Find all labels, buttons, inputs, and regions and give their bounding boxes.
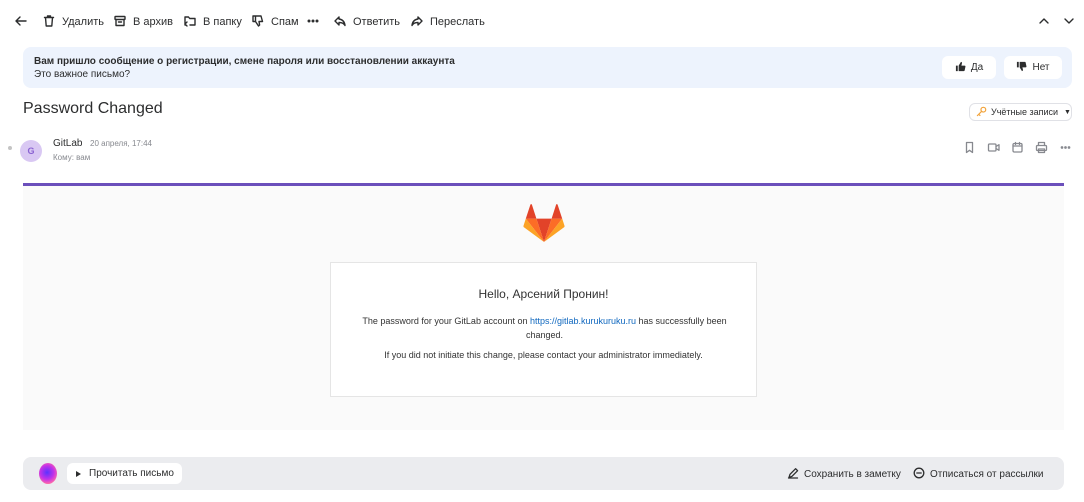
read-aloud-label: Прочитать письмо [89, 468, 174, 479]
category-label-button[interactable]: Учётные записи ▼ [969, 103, 1072, 121]
reply-button[interactable]: Ответить [333, 14, 400, 30]
back-arrow-icon [14, 14, 28, 31]
next-message-button[interactable] [1062, 14, 1076, 30]
forward-button[interactable]: Переслать [410, 14, 485, 30]
chevron-up-icon [1037, 14, 1051, 31]
save-note-label: Сохранить в заметку [804, 469, 901, 480]
spam-button[interactable]: Спам [251, 14, 299, 30]
category-label-text: Учётные записи [991, 107, 1059, 117]
more-icon [306, 14, 320, 31]
banner-question: Это важное письмо? [34, 69, 131, 80]
bookmark-icon[interactable] [963, 141, 976, 154]
save-to-note-button[interactable]: Сохранить в заметку [787, 467, 901, 482]
delete-label: Удалить [62, 16, 104, 28]
thumb-down-icon [1016, 61, 1027, 75]
message-toolbar: Удалить В архив В папку Спам Ответить Пе… [0, 0, 1084, 44]
ai-assistant-icon[interactable] [39, 463, 57, 484]
email-paragraph-2: If you did not initiate this change, ple… [384, 350, 703, 360]
unsubscribe-icon [913, 467, 925, 482]
note-icon [787, 467, 799, 482]
read-aloud-button[interactable]: Прочитать письмо [67, 463, 182, 484]
key-icon [976, 106, 987, 119]
archive-icon [113, 14, 127, 31]
video-icon[interactable] [987, 141, 1000, 154]
archive-label: В архив [133, 16, 173, 28]
message-date: 20 апреля, 17:44 [90, 139, 152, 148]
banner-title: Вам пришло сообщение о регистрации, смен… [34, 56, 455, 67]
calendar-icon[interactable] [1011, 141, 1024, 154]
sender-name[interactable]: GitLab [53, 138, 82, 149]
unsubscribe-button[interactable]: Отписаться от рассылки [913, 467, 1044, 482]
play-icon [76, 470, 81, 477]
reply-label: Ответить [353, 16, 401, 28]
chevron-down-icon [1062, 14, 1076, 31]
importance-banner: Вам пришло сообщение о регистрации, смен… [23, 47, 1072, 88]
email-paragraph-1: The password for your GitLab account on … [351, 314, 738, 342]
email-greeting: Hello, Арсений Пронин! [478, 287, 609, 301]
gitlab-logo-icon [523, 204, 565, 244]
bottom-action-bar: Прочитать письмо Сохранить в заметку Отп… [23, 457, 1064, 490]
paragraph-1-text-start: The password for your GitLab account on [362, 316, 530, 326]
unsubscribe-label: Отписаться от рассылки [930, 469, 1044, 480]
email-card: Hello, Арсений Пронин! The password for … [330, 262, 757, 397]
thumb-down-icon [251, 14, 265, 31]
no-button[interactable]: Нет [1004, 56, 1062, 79]
dropdown-caret-icon: ▼ [1064, 108, 1071, 116]
folder-move-icon [183, 14, 197, 31]
folder-label: В папку [203, 16, 242, 28]
previous-message-button[interactable] [1037, 14, 1051, 30]
print-icon[interactable] [1035, 141, 1048, 154]
more-icon[interactable] [1059, 141, 1072, 154]
forward-label: Переслать [430, 16, 485, 28]
spam-label: Спам [271, 16, 299, 28]
unread-dot [8, 146, 12, 150]
forward-icon [410, 14, 424, 31]
message-subject: Password Changed [23, 100, 163, 117]
yes-label: Да [970, 62, 984, 73]
move-to-folder-button[interactable]: В папку [183, 14, 242, 30]
sender-avatar[interactable]: G [20, 140, 42, 162]
back-button[interactable] [14, 14, 28, 30]
delete-button[interactable]: Удалить [42, 14, 104, 30]
gitlab-instance-link[interactable]: https://gitlab.kurukuruku.ru [530, 316, 636, 326]
email-body: Hello, Арсений Пронин! The password for … [23, 183, 1064, 430]
trash-icon [42, 14, 56, 31]
thumb-up-icon [955, 61, 966, 75]
archive-button[interactable]: В архив [113, 14, 173, 30]
reply-icon [333, 14, 347, 31]
yes-button[interactable]: Да [942, 56, 996, 79]
more-actions-button[interactable] [306, 14, 320, 30]
recipient-line: Кому: вам [53, 153, 91, 162]
no-label: Нет [1032, 62, 1050, 73]
